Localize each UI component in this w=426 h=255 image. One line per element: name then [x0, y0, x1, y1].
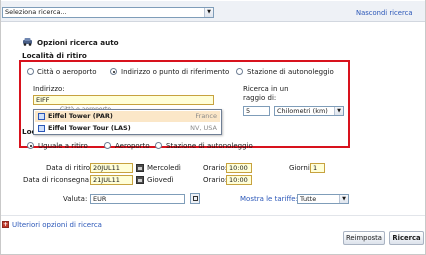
- radio-return-station[interactable]: [155, 142, 162, 149]
- suggestion-name: Eiffel Tower (PAR): [48, 112, 113, 120]
- radio-return-airport-label: Aeroporto: [115, 142, 150, 150]
- hide-search-link[interactable]: Nascondi ricerca: [356, 9, 413, 17]
- return-date-input[interactable]: 21JUL11: [90, 175, 133, 185]
- pickup-section-title: Località di ritiro: [22, 51, 87, 60]
- show-rates-label[interactable]: Mostra le tariffe:: [240, 195, 298, 203]
- chevron-down-icon[interactable]: ▼: [334, 107, 343, 115]
- radio-rental-station-label: Stazione di autonoleggio: [247, 68, 334, 76]
- radio-return-station-label: Stazione di autonoleggio: [166, 142, 253, 150]
- address-suggestions-dropdown: Eiffel Tower (PAR) France Eiffel Tower T…: [33, 109, 222, 135]
- show-rates-select[interactable]: Tutte ▼: [297, 194, 349, 204]
- more-options-link[interactable]: Ulteriori opzioni di ricerca: [12, 221, 102, 229]
- calendar-icon[interactable]: [136, 164, 144, 172]
- chevron-down-icon[interactable]: ▼: [204, 8, 213, 17]
- radio-same-as-pickup-label: Uguale a ritiro: [38, 142, 88, 150]
- return-time-input[interactable]: 10:00: [226, 175, 252, 185]
- suggestion-country: NV, USA: [190, 124, 217, 132]
- suggestion-item[interactable]: Eiffel Tower (PAR) France: [35, 111, 220, 122]
- search-type-select[interactable]: Seleziona ricerca... ▼: [2, 7, 214, 18]
- radius-input[interactable]: 5: [243, 106, 270, 116]
- radio-return-airport[interactable]: [104, 142, 111, 149]
- pickup-time-input[interactable]: 10:00: [226, 163, 252, 173]
- car-icon: [23, 38, 32, 46]
- radio-rental-station[interactable]: [236, 68, 243, 75]
- address-input[interactable]: EIFF: [33, 95, 214, 105]
- radio-address-landmark[interactable]: [110, 68, 117, 75]
- pickup-day: Mercoledì: [147, 164, 181, 172]
- suggestion-name: Eiffel Tower Tour (LAS): [48, 124, 131, 132]
- reset-button[interactable]: Reimposta: [343, 231, 385, 245]
- radio-address-landmark-label: Indirizzo o punto di riferimento: [121, 68, 230, 76]
- radius-unit-value: Chilometri (km): [277, 107, 328, 115]
- search-button[interactable]: Ricerca: [389, 231, 424, 245]
- landmark-icon: [38, 125, 45, 132]
- radius-unit-select[interactable]: Chilometri (km) ▼: [274, 106, 344, 116]
- radio-same-as-pickup[interactable]: [27, 142, 34, 149]
- days-label: Giorni:: [289, 164, 313, 172]
- pickup-time-label: Orario:: [203, 164, 228, 172]
- return-date-label: Data di riconsegna:: [23, 176, 92, 184]
- address-label: Indirizzo:: [33, 85, 65, 93]
- pickup-date-input[interactable]: 20JUL11: [90, 163, 133, 173]
- show-rates-value: Tutte: [300, 195, 317, 203]
- days-input[interactable]: 1: [310, 163, 325, 173]
- radio-city-airport[interactable]: [27, 68, 34, 75]
- return-day: Giovedì: [147, 176, 174, 184]
- pickup-date-label: Data di ritiro:: [46, 164, 93, 172]
- chevron-down-icon[interactable]: ▼: [339, 195, 348, 203]
- suggestion-country: France: [195, 112, 217, 120]
- landmark-icon: [38, 113, 45, 120]
- radius-label: Ricerca in un raggio di:: [243, 85, 289, 102]
- search-type-value: Seleziona ricerca...: [5, 8, 67, 16]
- currency-picker-icon[interactable]: [190, 193, 200, 204]
- radio-city-airport-label: Città o aeroporto: [37, 68, 97, 76]
- currency-label: Valuta:: [63, 195, 88, 203]
- options-title: Opzioni ricerca auto: [37, 38, 119, 47]
- return-time-label: Orario:: [203, 176, 228, 184]
- currency-input[interactable]: EUR: [90, 194, 185, 204]
- footer-divider: [1, 215, 425, 216]
- suggestion-item[interactable]: Eiffel Tower Tour (LAS) NV, USA: [35, 123, 220, 134]
- calendar-icon[interactable]: [136, 176, 144, 184]
- expand-plus-icon[interactable]: +: [2, 221, 9, 228]
